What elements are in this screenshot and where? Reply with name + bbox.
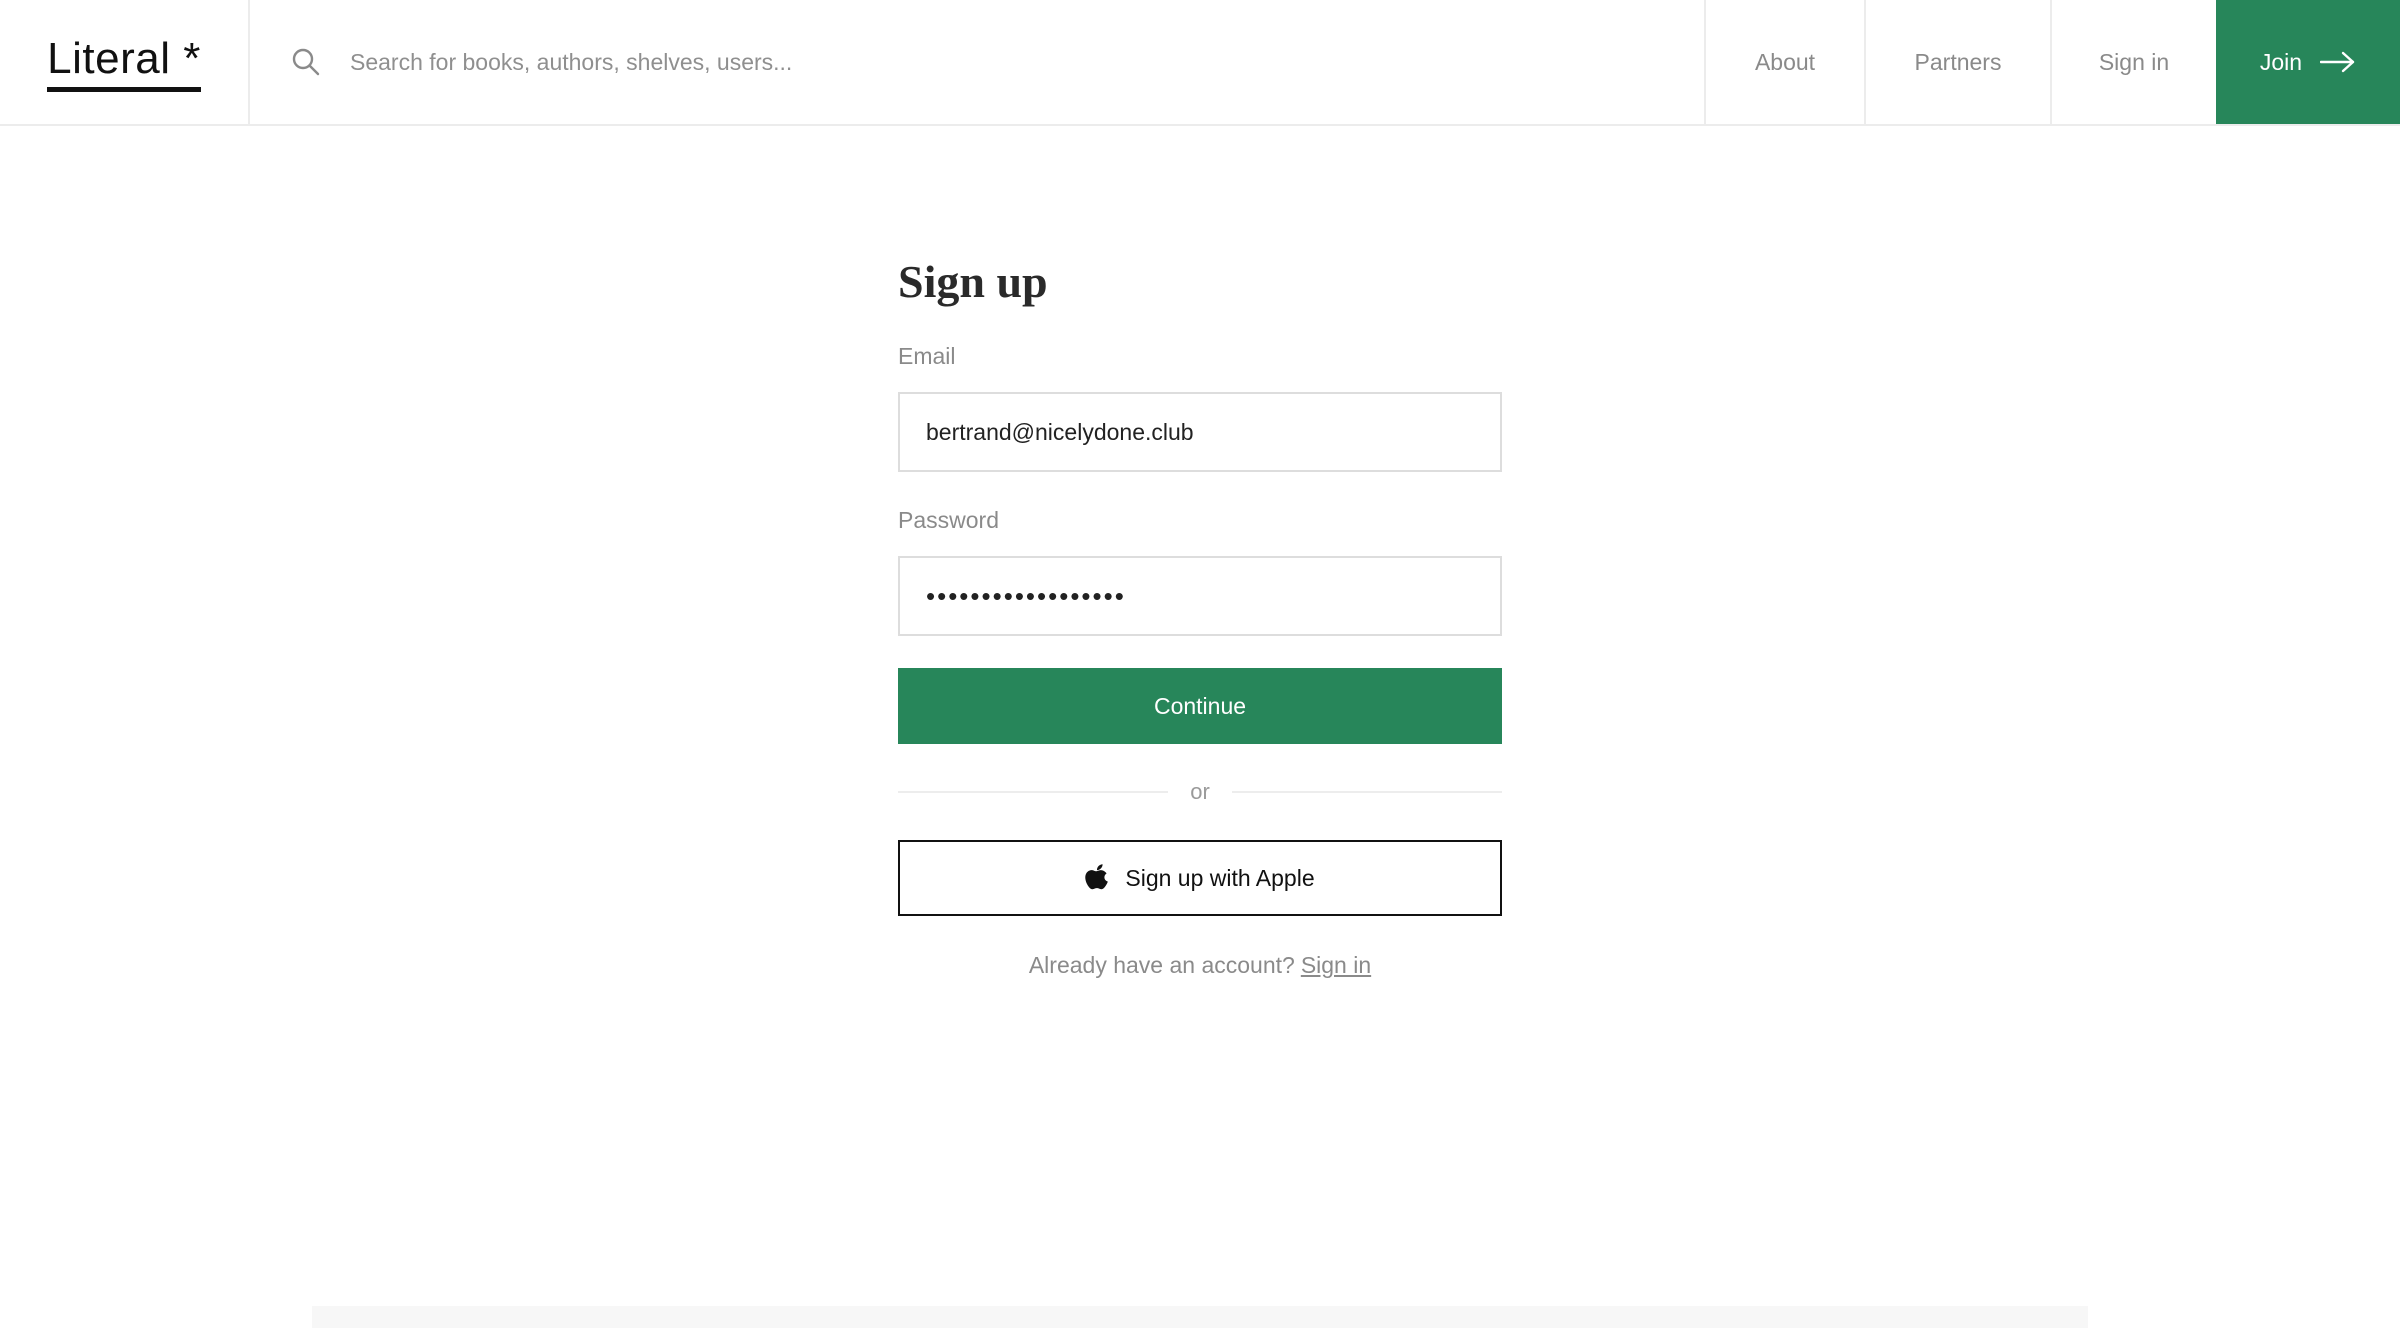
or-divider: or	[898, 776, 1502, 808]
apple-button-label: Sign up with Apple	[1125, 864, 1315, 891]
signup-form: Sign up Email Password Continue or Sign …	[898, 250, 1502, 979]
search-bar	[250, 0, 1704, 124]
sign-in-link[interactable]: Sign in	[1301, 952, 1371, 978]
divider-text: or	[1190, 779, 1210, 804]
join-button-label: Join	[2259, 48, 2303, 75]
account-prompt: Already have an account? Sign in	[898, 952, 1502, 979]
email-field[interactable]	[898, 392, 1502, 472]
logo-container: Literal *	[0, 0, 250, 124]
sign-up-with-apple-button[interactable]: Sign up with Apple	[898, 840, 1502, 916]
password-field[interactable]	[898, 556, 1502, 636]
password-label: Password	[898, 507, 999, 533]
join-button[interactable]: Join	[2216, 0, 2400, 124]
apple-icon	[1085, 864, 1109, 890]
footer-edge	[312, 1306, 2088, 1328]
nav-about-link[interactable]: About	[1704, 0, 1864, 124]
page-title: Sign up	[898, 256, 1048, 307]
account-prompt-text: Already have an account?	[1028, 952, 1295, 978]
continue-button[interactable]: Continue	[898, 668, 1502, 744]
divider-line-left	[898, 791, 1169, 793]
search-icon	[292, 48, 320, 76]
divider-line-right	[1231, 791, 1502, 793]
literal-logo[interactable]: Literal *	[47, 34, 201, 92]
nav-partners-link[interactable]: Partners	[1864, 0, 2050, 124]
search-input[interactable]	[348, 32, 1704, 92]
top-navigation-bar: Literal * About Partners Sign in Join	[0, 0, 2400, 126]
nav-sign-in-link[interactable]: Sign in	[2050, 0, 2216, 124]
arrow-right-icon	[2320, 51, 2355, 73]
email-label: Email	[898, 343, 956, 369]
